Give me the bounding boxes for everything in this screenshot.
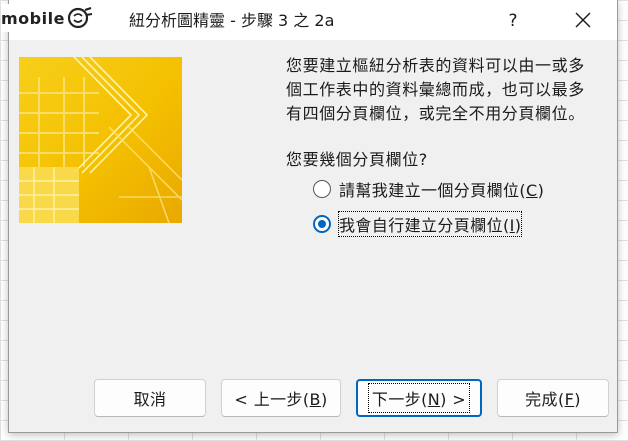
help-button[interactable]: ?: [487, 2, 539, 38]
next-button-label: 下一步(N) >: [367, 383, 471, 413]
watermark-logo-icon: [67, 7, 93, 29]
pivot-illustration-icon: [19, 57, 182, 223]
wizard-description: 您要建立樞紐分析表的資料可以由一或多 個工作表中的資料彙總而成，也可以最多 有四…: [286, 54, 616, 126]
finish-button-label: 完成(F): [525, 390, 581, 409]
description-line: 有四個分頁欄位，或完全不用分頁欄位。: [286, 104, 585, 123]
cancel-button-label: 取消: [133, 390, 167, 409]
back-button[interactable]: < 上一步(B): [221, 379, 341, 417]
title-bar[interactable]: 紐分析圖精靈 - 步驟 3 之 2a ?: [9, 0, 617, 40]
close-button[interactable]: [555, 2, 611, 38]
next-button[interactable]: 下一步(N) >: [356, 379, 482, 417]
wizard-illustration: [19, 57, 182, 223]
watermark-text: mobile: [1, 8, 65, 28]
option-label: 請幫我建立一個分頁欄位(C): [339, 181, 545, 200]
option-create-own-page-fields[interactable]: 我會自行建立分頁欄位(I): [313, 211, 523, 237]
page-field-question: 您要幾個分頁欄位?: [286, 150, 428, 169]
back-button-label: < 上一步(B): [234, 390, 328, 409]
pivot-table-wizard-dialog: 紐分析圖精靈 - 步驟 3 之 2a ? mobile 您要建立樞紐分析表的資料…: [1, 0, 618, 433]
radio-button[interactable]: [313, 180, 331, 198]
close-icon: [575, 12, 591, 28]
option-create-single-page-field[interactable]: 請幫我建立一個分頁欄位(C): [313, 176, 544, 202]
description-line: 個工作表中的資料彙總而成，也可以最多: [286, 80, 585, 99]
window-title: 紐分析圖精靈 - 步驟 3 之 2a: [129, 11, 335, 30]
mobile01-watermark: mobile: [1, 4, 95, 32]
option-label: 我會自行建立分頁欄位(I): [337, 211, 523, 237]
cancel-button[interactable]: 取消: [94, 379, 206, 417]
finish-button[interactable]: 完成(F): [497, 379, 609, 417]
radio-button-selected[interactable]: [313, 215, 331, 233]
description-line: 您要建立樞紐分析表的資料可以由一或多: [286, 56, 585, 75]
